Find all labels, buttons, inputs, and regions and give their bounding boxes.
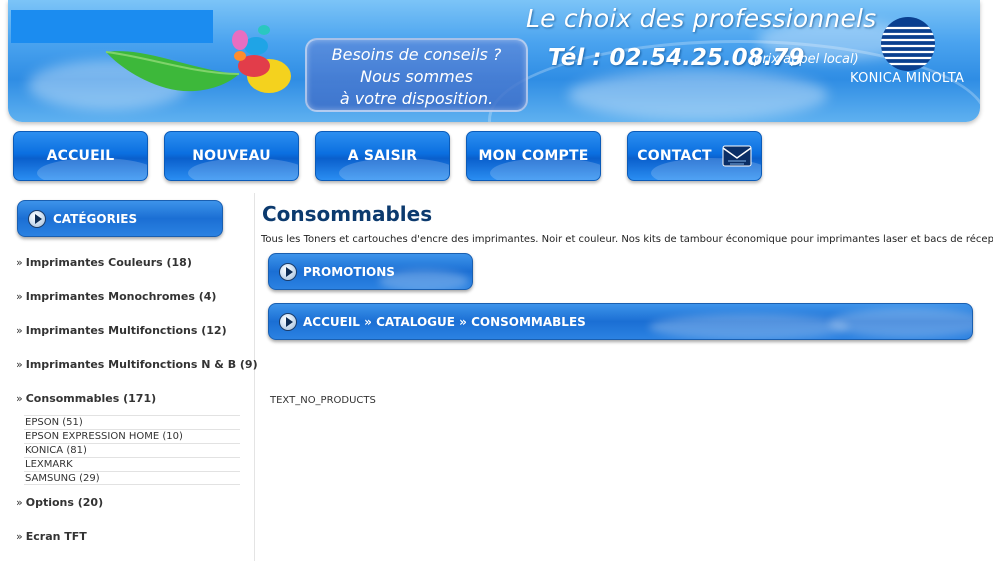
category-label: Imprimantes Multifonctions N & B (9) xyxy=(25,358,258,371)
category-label: Consommables (171) xyxy=(25,392,157,405)
arrow-circle-icon xyxy=(279,312,297,331)
categories-title: CATÉGORIES xyxy=(53,211,138,226)
breadcrumb-catalogue[interactable]: CATALOGUE xyxy=(376,315,455,329)
envelope-icon xyxy=(722,145,752,167)
category-ecran-tft[interactable]: » Ecran TFT xyxy=(16,530,87,543)
category-imprimantes-monochromes[interactable]: » Imprimantes Monochromes (4) xyxy=(16,290,216,303)
promotions-label: PROMOTIONS xyxy=(303,264,395,279)
subcategory-samsung[interactable]: SAMSUNG (29) xyxy=(24,471,240,485)
promotions-bar[interactable]: PROMOTIONS xyxy=(268,253,473,290)
category-label: Options (20) xyxy=(25,496,104,509)
cloud-decoration xyxy=(829,308,972,338)
nav-nouveau-button[interactable]: NOUVEAU xyxy=(164,131,299,181)
brand-text: KONICA MINOLTA xyxy=(850,71,965,86)
breadcrumb-accueil[interactable]: ACCUEIL xyxy=(303,315,360,329)
subcategory-epson[interactable]: EPSON (51) xyxy=(24,415,240,429)
categories-header: CATÉGORIES xyxy=(17,200,223,237)
tagline: Le choix des professionnels xyxy=(526,4,877,33)
category-imprimantes-multifonctions[interactable]: » Imprimantes Multifonctions (12) xyxy=(16,324,227,337)
nav-label: ACCUEIL xyxy=(46,148,115,164)
raquo-glyph: » xyxy=(16,496,23,509)
advice-line: Besoins de conseils ? xyxy=(331,45,502,64)
category-label: Imprimantes Monochromes (4) xyxy=(25,290,217,303)
nav-label: A SAISIR xyxy=(347,148,418,164)
subcategory-list: EPSON (51) EPSON EXPRESSION HOME (10) KO… xyxy=(24,415,240,485)
category-label: Imprimantes Multifonctions (12) xyxy=(25,324,227,337)
breadcrumb-consommables[interactable]: CONSOMMABLES xyxy=(471,315,586,329)
breadcrumb-separator: » xyxy=(359,314,377,329)
nav-label: MON COMPTE xyxy=(478,148,589,164)
breadcrumb-trail: ACCUEIL » CATALOGUE » CONSOMMABLES xyxy=(303,315,586,329)
raquo-glyph: » xyxy=(16,256,23,269)
cloud-decoration xyxy=(649,314,849,339)
nav-label: CONTACT xyxy=(637,148,712,164)
sidebar-divider xyxy=(254,193,255,561)
nav-accueil-button[interactable]: ACCUEIL xyxy=(13,131,148,181)
phone-note: (prix appel local) xyxy=(749,52,859,67)
company-logo[interactable] xyxy=(104,16,294,98)
konica-minolta-globe-icon xyxy=(881,17,935,71)
advice-line: Nous sommes xyxy=(360,67,473,86)
subcategory-lexmark[interactable]: LEXMARK xyxy=(24,457,240,471)
breadcrumb: ACCUEIL » CATALOGUE » CONSOMMABLES xyxy=(268,303,973,340)
arrow-circle-icon xyxy=(279,262,297,281)
category-imprimantes-couleurs[interactable]: » Imprimantes Couleurs (18) xyxy=(16,256,192,269)
nav-label: NOUVEAU xyxy=(192,148,271,164)
breadcrumb-separator: » xyxy=(454,314,472,329)
site-header: Besoins de conseils ? Nous sommes à votr… xyxy=(8,0,980,122)
advice-line: à votre disposition. xyxy=(339,89,494,108)
category-label: Imprimantes Couleurs (18) xyxy=(25,256,192,269)
raquo-glyph: » xyxy=(16,324,23,337)
raquo-glyph: » xyxy=(16,290,23,303)
subcategory-konica[interactable]: KONICA (81) xyxy=(24,443,240,457)
arrow-circle-icon xyxy=(28,209,46,228)
raquo-glyph: » xyxy=(16,392,23,405)
no-products-message: TEXT_NO_PRODUCTS xyxy=(270,395,376,406)
raquo-glyph: » xyxy=(16,530,23,543)
page-title: Consommables xyxy=(262,202,433,226)
nav-mon-compte-button[interactable]: MON COMPTE xyxy=(466,131,601,181)
nav-a-saisir-button[interactable]: A SAISIR xyxy=(315,131,450,181)
advice-box: Besoins de conseils ? Nous sommes à votr… xyxy=(305,38,528,112)
category-label: Ecran TFT xyxy=(25,530,87,543)
page-description: Tous les Toners et cartouches d'encre de… xyxy=(261,234,993,245)
category-multifonctions-nb[interactable]: » Imprimantes Multifonctions N & B (9) xyxy=(16,358,258,371)
nav-contact-button[interactable]: CONTACT xyxy=(627,131,762,181)
category-consommables[interactable]: » Consommables (171) xyxy=(16,392,156,405)
raquo-glyph: » xyxy=(16,358,23,371)
subcategory-epson-expression-home[interactable]: EPSON EXPRESSION HOME (10) xyxy=(24,429,240,443)
category-options[interactable]: » Options (20) xyxy=(16,496,103,509)
